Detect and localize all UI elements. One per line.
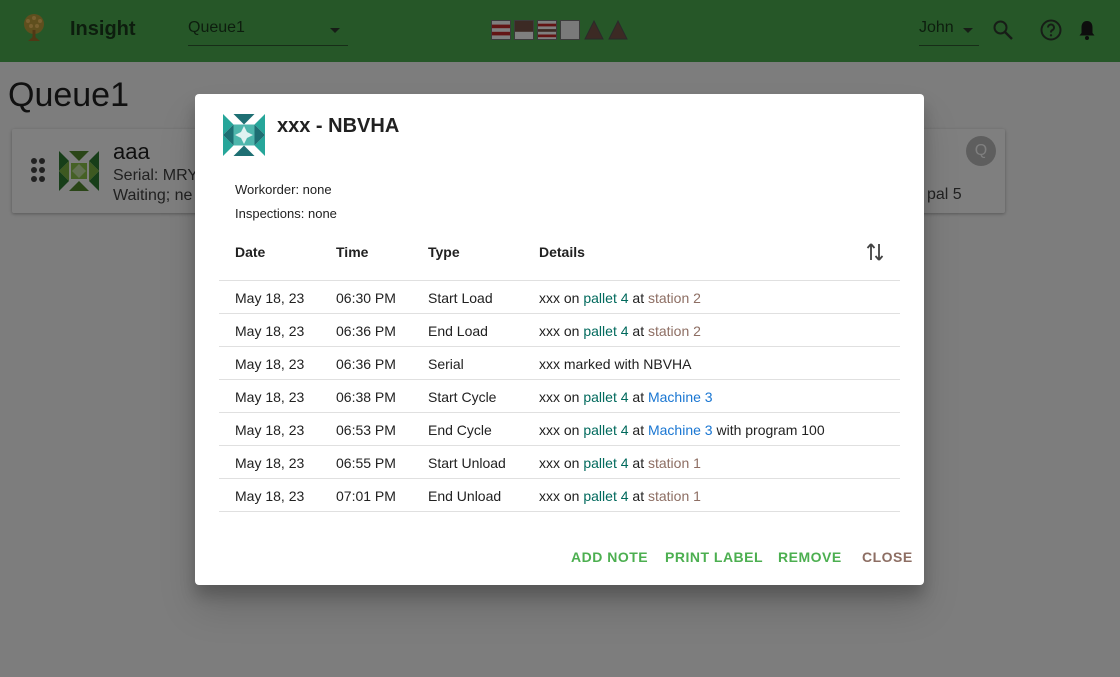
cell-details: xxx on pallet 4 at Machine 3: [539, 389, 713, 405]
add-note-button[interactable]: ADD NOTE: [571, 549, 648, 565]
details-text: xxx on: [539, 488, 584, 504]
table-row: May 18, 23 07:01 PM End Unload xxx on palle…: [219, 479, 900, 512]
cell-type: End Unload: [428, 488, 502, 504]
table-body: May 18, 23 06:30 PM Start Load xxx on palle…: [219, 281, 900, 512]
pallet-link[interactable]: pallet 4: [583, 488, 628, 504]
machine-link[interactable]: Machine 3: [648, 422, 713, 438]
cell-date: May 18, 23: [235, 323, 305, 339]
table-row: May 18, 23 06:53 PM End Cycle xxx on pallet…: [219, 413, 900, 446]
station-link[interactable]: station 2: [648, 323, 701, 339]
pallet-link[interactable]: pallet 4: [583, 422, 628, 438]
cell-type: Start Cycle: [428, 389, 497, 405]
cell-time: 06:53 PM: [336, 422, 396, 438]
details-text: with program 100: [712, 422, 825, 438]
details-text: at: [628, 389, 648, 405]
pallet-link[interactable]: pallet 4: [583, 389, 628, 405]
cell-type: End Load: [428, 323, 488, 339]
details-text: at: [628, 290, 648, 306]
cell-time: 07:01 PM: [336, 488, 396, 504]
details-text: xxx on: [539, 422, 584, 438]
details-text: xxx marked with NBVHA: [539, 356, 692, 372]
cell-date: May 18, 23: [235, 290, 305, 306]
cell-type: Start Load: [428, 290, 493, 306]
table-row: May 18, 23 06:38 PM Start Cycle xxx on pall…: [219, 380, 900, 413]
table-row: May 18, 23 06:30 PM Start Load xxx on palle…: [219, 281, 900, 314]
cell-date: May 18, 23: [235, 455, 305, 471]
column-header-date[interactable]: Date: [235, 244, 265, 260]
table-row: May 18, 23 06:36 PM Serial xxx marked with …: [219, 347, 900, 380]
table-row: May 18, 23 06:36 PM End Load xxx on pallet …: [219, 314, 900, 347]
details-text: xxx on: [539, 455, 584, 471]
details-text: at: [628, 422, 648, 438]
cell-date: May 18, 23: [235, 356, 305, 372]
pallet-link[interactable]: pallet 4: [583, 290, 628, 306]
station-link[interactable]: station 1: [648, 488, 701, 504]
column-header-details[interactable]: Details: [539, 244, 585, 260]
table-row: May 18, 23 06:55 PM Start Unload xxx on pal…: [219, 446, 900, 479]
cell-type: End Cycle: [428, 422, 492, 438]
cell-details: xxx on pallet 4 at Machine 3 with progra…: [539, 422, 825, 438]
remove-button[interactable]: REMOVE: [778, 549, 842, 565]
station-link[interactable]: station 1: [648, 455, 701, 471]
sort-toggle-icon[interactable]: [865, 241, 885, 263]
table-header: Date Time Type Details: [219, 232, 900, 281]
details-text: at: [628, 455, 648, 471]
column-header-time[interactable]: Time: [336, 244, 368, 260]
close-button[interactable]: CLOSE: [862, 549, 913, 565]
pallet-link[interactable]: pallet 4: [583, 323, 628, 339]
machine-link[interactable]: Machine 3: [648, 389, 713, 405]
cell-details: xxx on pallet 4 at station 1: [539, 455, 701, 471]
workorder-text: Workorder: none: [235, 182, 332, 197]
material-details-dialog: xxx - NBVHA Workorder: none Inspections:…: [195, 94, 924, 585]
print-label-button[interactable]: PRINT LABEL: [665, 549, 763, 565]
details-text: xxx on: [539, 323, 584, 339]
part-identicon-icon: [223, 114, 265, 156]
inspections-text: Inspections: none: [235, 206, 337, 221]
details-text: xxx on: [539, 389, 584, 405]
cell-details: xxx marked with NBVHA: [539, 356, 691, 372]
cell-details: xxx on pallet 4 at station 2: [539, 323, 701, 339]
cell-time: 06:55 PM: [336, 455, 396, 471]
column-header-type[interactable]: Type: [428, 244, 460, 260]
event-log-table: Date Time Type Details May 18, 23 06:30 P…: [219, 232, 900, 512]
details-text: at: [628, 488, 648, 504]
cell-details: xxx on pallet 4 at station 1: [539, 488, 701, 504]
cell-time: 06:30 PM: [336, 290, 396, 306]
cell-time: 06:36 PM: [336, 356, 396, 372]
cell-type: Start Unload: [428, 455, 506, 471]
cell-date: May 18, 23: [235, 422, 305, 438]
pallet-link[interactable]: pallet 4: [583, 455, 628, 471]
cell-time: 06:36 PM: [336, 323, 396, 339]
dialog-title: xxx - NBVHA: [277, 115, 400, 137]
cell-time: 06:38 PM: [336, 389, 396, 405]
cell-type: Serial: [428, 356, 464, 372]
cell-details: xxx on pallet 4 at station 2: [539, 290, 701, 306]
details-text: at: [628, 323, 648, 339]
cell-date: May 18, 23: [235, 488, 305, 504]
cell-date: May 18, 23: [235, 389, 305, 405]
details-text: xxx on: [539, 290, 584, 306]
station-link[interactable]: station 2: [648, 290, 701, 306]
